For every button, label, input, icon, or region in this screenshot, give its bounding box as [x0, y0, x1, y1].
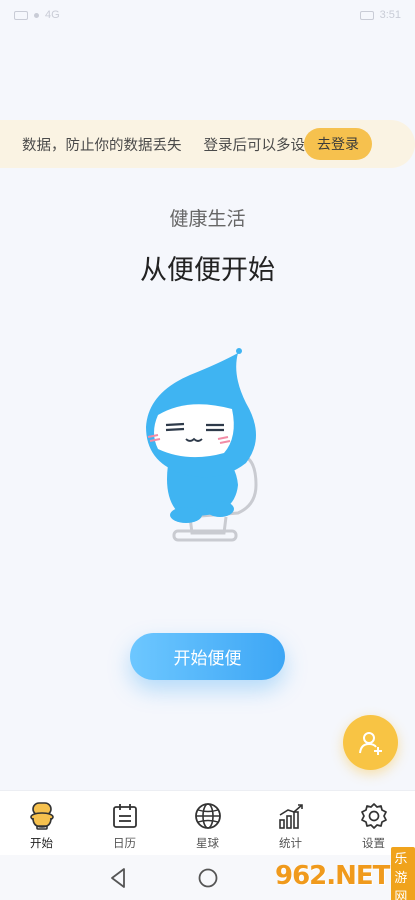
calendar-icon [110, 801, 140, 831]
tab-calendar[interactable]: 日历 [83, 791, 166, 855]
status-left: 4G [14, 9, 60, 21]
signal-icon [14, 10, 28, 20]
add-user-button[interactable] [343, 715, 398, 770]
watermark: 962.NET 乐游网 [275, 846, 415, 900]
tab-label: 设置 [362, 836, 385, 850]
start-button[interactable]: 开始便便 [130, 633, 285, 680]
banner-text-2: 登录后可以多设 [203, 137, 306, 154]
tab-label: 日历 [113, 836, 136, 850]
banner-text-1: 数据，防止你的数据丢失 [22, 137, 182, 154]
gear-icon [359, 801, 389, 831]
globe-icon [193, 801, 223, 831]
status-bar: 4G 3:51 [0, 0, 415, 30]
bottom-tab-bar: 开始 日历 星球 统计 设置 [0, 790, 415, 855]
tab-label: 星球 [196, 836, 219, 850]
page-subtitle: 健康生活 [169, 208, 246, 230]
home-icon[interactable] [197, 867, 219, 893]
battery-icon [359, 10, 374, 20]
back-icon[interactable] [108, 867, 128, 893]
notification-icon [34, 12, 39, 18]
tab-start[interactable]: 开始 [0, 791, 83, 855]
login-button[interactable]: 去登录 [304, 128, 372, 160]
login-banner: 数据，防止你的数据丢失 登录后可以多设 去登录 [0, 120, 415, 168]
tab-label: 统计 [279, 836, 302, 850]
watermark-logo: 962.NET [275, 861, 390, 891]
mascot-illustration [146, 348, 258, 542]
page-title: 从便便开始 [140, 255, 275, 286]
chart-icon [276, 801, 306, 831]
tab-stats[interactable]: 统计 [249, 791, 332, 855]
network-label: 4G [45, 9, 60, 21]
status-right: 3:51 [359, 9, 401, 21]
clock: 3:51 [379, 9, 401, 21]
toilet-icon [27, 801, 57, 831]
tab-settings[interactable]: 设置 [332, 791, 415, 855]
watermark-sub: 乐游网 [391, 846, 415, 900]
add-user-icon [358, 731, 382, 755]
tab-planet[interactable]: 星球 [166, 791, 249, 855]
tab-label: 开始 [30, 836, 53, 850]
